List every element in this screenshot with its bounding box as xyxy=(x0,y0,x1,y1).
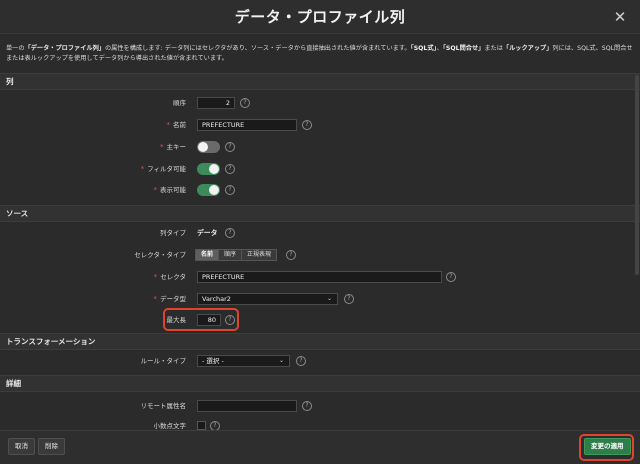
help-icon[interactable]: ? xyxy=(225,164,235,174)
dialog-title: データ・プロファイル列 xyxy=(234,8,406,26)
remote-attr-label: リモート属性名 xyxy=(140,402,187,410)
help-icon[interactable]: ? xyxy=(225,228,235,238)
help-icon[interactable]: ? xyxy=(302,120,312,130)
selector-type-label: セレクタ・タイプ xyxy=(134,251,186,259)
row-order: 順序 2 ? xyxy=(0,95,640,111)
visible-toggle[interactable] xyxy=(197,184,220,196)
primary-key-toggle[interactable] xyxy=(197,141,220,153)
data-type-label: データ型 xyxy=(160,295,186,303)
help-icon[interactable]: ? xyxy=(225,142,235,152)
data-type-select[interactable]: Varchar2 ⌄ xyxy=(197,293,338,305)
help-icon[interactable]: ? xyxy=(302,401,312,411)
scrollbar[interactable] xyxy=(635,35,639,430)
row-max-length: 最大長 80 ? xyxy=(0,312,640,328)
row-primary-key: * 主キー ? xyxy=(0,139,640,155)
close-icon[interactable]: ✕ xyxy=(610,7,630,27)
help-icon[interactable]: ? xyxy=(286,250,296,260)
section-header-column[interactable]: 列 xyxy=(0,73,640,90)
row-selector-type: セレクタ・タイプ 名前 順序 正規表現 ? xyxy=(0,247,640,263)
delete-button[interactable]: 削除 xyxy=(38,438,65,455)
data-type-value: Varchar2 xyxy=(202,295,231,303)
order-input[interactable]: 2 xyxy=(197,97,235,109)
decimal-char-input[interactable] xyxy=(197,421,206,430)
row-rule-type: ルール・タイプ - 選択 - ⌄ ? xyxy=(0,353,640,369)
rule-type-select[interactable]: - 選択 - ⌄ xyxy=(197,355,290,367)
dialog-titlebar: データ・プロファイル列 ✕ xyxy=(0,0,640,34)
help-icon[interactable]: ? xyxy=(240,98,250,108)
row-selector: * セレクタ PREFECTURE ? xyxy=(0,269,640,285)
help-icon[interactable]: ? xyxy=(344,294,354,304)
row-visible: * 表示可能 ? xyxy=(0,182,640,198)
selector-label: セレクタ xyxy=(160,273,186,281)
name-label: 名前 xyxy=(173,121,186,129)
remote-attr-input[interactable] xyxy=(197,400,297,412)
cancel-button[interactable]: 取消 xyxy=(8,438,35,455)
row-data-type: * データ型 Varchar2 ⌄ ? xyxy=(0,291,640,307)
row-name: * 名前 PREFECTURE ? xyxy=(0,117,640,133)
max-length-highlight xyxy=(163,308,239,331)
section-header-details[interactable]: 詳細 xyxy=(0,375,640,392)
selector-type-order[interactable]: 順序 xyxy=(219,250,243,260)
row-filterable: * フィルタ可能 ? xyxy=(0,161,640,177)
filterable-toggle[interactable] xyxy=(197,163,220,175)
dialog-body: 単一の「データ・プロファイル列」の属性を構成します: データ列にはセレクタがあり… xyxy=(0,35,640,430)
row-decimal-char: 小数点文字 ? xyxy=(0,418,640,430)
help-icon[interactable]: ? xyxy=(446,272,456,282)
chevron-down-icon: ⌄ xyxy=(278,357,284,364)
chevron-down-icon: ⌄ xyxy=(326,295,332,302)
visible-label: 表示可能 xyxy=(160,186,186,194)
section-header-source[interactable]: ソース xyxy=(0,205,640,222)
filterable-label: フィルタ可能 xyxy=(147,165,186,173)
section-header-transformation[interactable]: トランスフォーメーション xyxy=(0,333,640,350)
selector-type-name[interactable]: 名前 xyxy=(196,250,220,260)
selector-input[interactable]: PREFECTURE xyxy=(197,271,442,283)
column-type-value: データ xyxy=(197,229,218,237)
order-label: 順序 xyxy=(173,99,186,107)
decimal-char-label: 小数点文字 xyxy=(153,422,187,430)
selector-type-segmented: 名前 順序 正規表現 xyxy=(195,249,278,261)
help-icon[interactable]: ? xyxy=(210,421,220,430)
row-column-type: 列タイプ データ ? xyxy=(0,225,640,241)
dialog-footer: 取消 削除 変更の適用 xyxy=(0,430,640,464)
primary-key-label: 主キー xyxy=(166,143,187,151)
selector-type-regex[interactable]: 正規表現 xyxy=(242,250,277,260)
row-remote-attr: リモート属性名 ? xyxy=(0,398,640,414)
apply-changes-button[interactable]: 変更の適用 xyxy=(584,438,631,455)
rule-type-value: - 選択 - xyxy=(202,357,224,365)
rule-type-label: ルール・タイプ xyxy=(140,357,187,365)
intro-text: 単一の「データ・プロファイル列」の属性を構成します: データ列にはセレクタがあり… xyxy=(6,45,633,62)
help-icon[interactable]: ? xyxy=(225,185,235,195)
name-input[interactable]: PREFECTURE xyxy=(197,119,297,131)
help-icon[interactable]: ? xyxy=(296,356,306,366)
column-type-label: 列タイプ xyxy=(160,229,186,237)
